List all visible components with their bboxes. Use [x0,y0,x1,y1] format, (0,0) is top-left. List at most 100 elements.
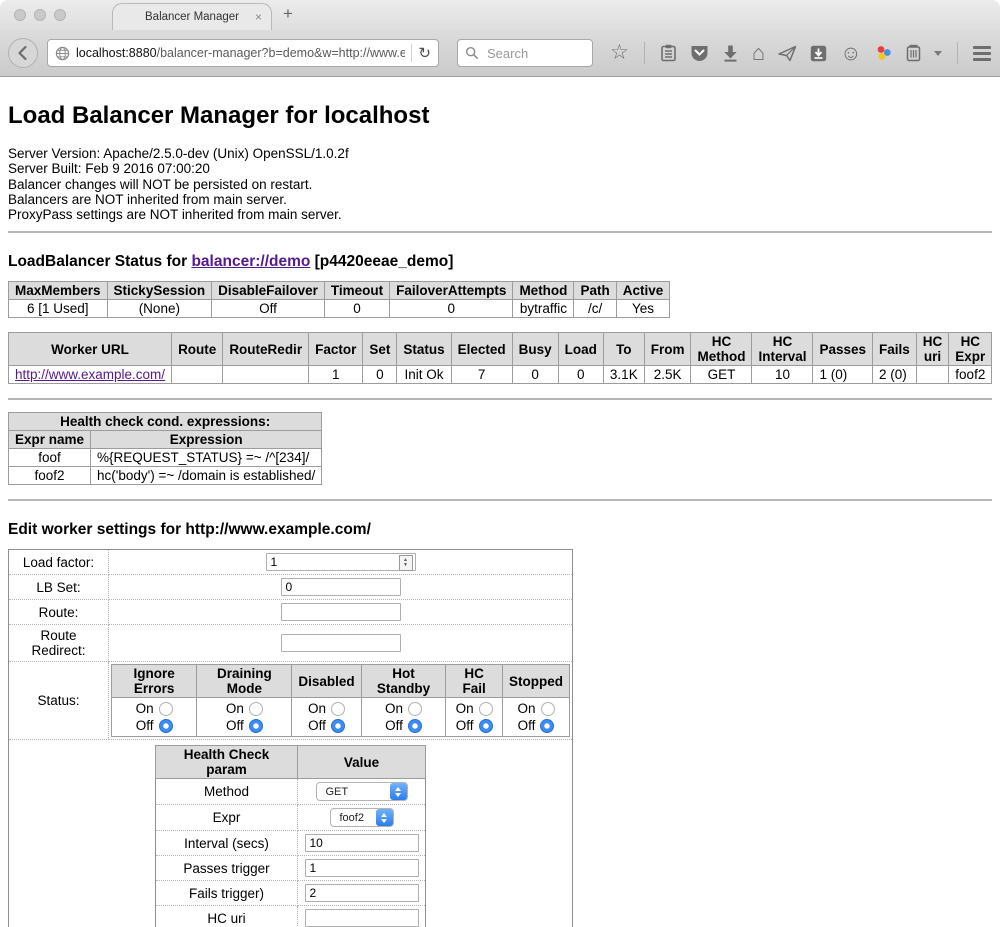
status-label: Status: [9,662,109,740]
pocket-icon[interactable] [690,44,709,62]
radio-off-label: Off [136,717,154,734]
expr-select[interactable]: foof2 [330,808,394,827]
hc-fail-off-radio[interactable] [479,719,493,733]
tab-balancer-manager[interactable]: Balancer Manager × [112,3,272,30]
route-input[interactable] [281,603,401,621]
cell-passes: 1 (0) [813,366,873,384]
column-header: StickySession [107,282,212,300]
ignore-errors-on-radio[interactable] [159,702,173,716]
hc-fail-on-radio[interactable] [479,702,493,716]
radio-off-label: Off [308,717,326,734]
status-cell-ignore-errors: On Off [112,698,197,737]
globe-icon [55,46,70,61]
draining-mode-on-radio[interactable] [249,702,263,716]
expr-label: Expr [156,805,298,831]
expr-row: foof2 hc('body') =~ /domain is establish… [9,467,322,485]
route-redirect-input[interactable] [281,634,401,652]
hc-row-hc-uri: HC uri [156,906,426,927]
method-selected-value: GET [326,786,349,798]
url-path: /balancer-manager?b=demo&w=http://www.ex… [157,46,406,60]
status-table: Ignore Errors Draining Mode Disabled Hot… [111,664,570,737]
menu-icon[interactable] [973,46,991,61]
edit-worker-heading: Edit worker settings for http://www.exam… [8,521,992,539]
column-header: Fails [873,333,917,366]
search-box[interactable] [457,39,593,67]
column-header: HC Expr [949,333,992,366]
lb-set-input[interactable] [281,578,401,596]
hc-uri-input[interactable] [305,909,419,927]
interval-input[interactable] [305,834,419,852]
column-header: HC Method [691,333,752,366]
radio-off-label: Off [385,717,403,734]
reading-list-icon[interactable] [660,44,677,62]
tab-close-icon[interactable]: × [255,10,262,24]
cell-disablefailover: Off [212,300,325,318]
select-stepper-icon [390,783,407,800]
stopped-on-radio[interactable] [541,702,555,716]
overflow-caret-icon[interactable] [934,51,942,56]
stopped-off-radio[interactable] [540,719,554,733]
bookmark-star-icon[interactable]: ☆ [610,44,629,62]
hc-row-method: Method GET [156,779,426,805]
window-zoom-button[interactable] [54,9,66,21]
status-column-header: HC Fail [446,665,503,698]
cell-elected: 7 [451,366,512,384]
worker-url-link[interactable]: http://www.example.com/ [15,367,165,382]
load-factor-input[interactable] [266,553,416,571]
column-header: DisableFailover [212,282,325,300]
number-stepper-icon[interactable]: ▲▼ [399,555,413,571]
status-cell-stopped: On Off [502,698,569,737]
radio-on-label: On [308,700,326,717]
cell-busy: 0 [512,366,558,384]
column-header: Status [397,333,451,366]
home-icon[interactable]: ⌂ [752,43,765,63]
column-header: Busy [512,333,558,366]
hc-param-header: Health Check param [156,746,298,779]
share-icon[interactable] [778,45,797,62]
hc-row-fails: Fails trigger) [156,881,426,906]
method-select[interactable]: GET [316,782,408,801]
table-header-row: MaxMembers StickySession DisableFailover… [9,282,670,300]
radio-off-label: Off [518,717,536,734]
disabled-off-radio[interactable] [331,719,345,733]
extension-icon[interactable] [906,44,921,62]
hot-standby-off-radio[interactable] [408,719,422,733]
status-column-header: Stopped [502,665,569,698]
url-domain: localhost:8880 [76,46,157,60]
expr-selected-value: foof2 [340,812,364,824]
heading-prefix: LoadBalancer Status for [8,253,191,270]
feedback-smiley-icon[interactable]: ☺ [840,44,861,63]
cell-hc-expr: foof2 [949,366,992,384]
downloads-icon[interactable] [722,44,739,62]
toolbar-divider [644,42,645,64]
panel-download-icon[interactable] [810,45,827,62]
reload-icon[interactable]: ↻ [418,44,431,62]
cell-expr-name: foof2 [9,467,91,485]
persist-notice-line: Balancer changes will NOT be persisted o… [8,177,992,192]
url-bar[interactable]: localhost:8880/balancer-manager?b=demo&w… [47,39,439,67]
server-built-line: Server Built: Feb 9 2016 07:00:20 [8,161,992,176]
hc-header-row: Health Check param Value [156,746,426,779]
back-button[interactable] [8,38,38,68]
hot-standby-on-radio[interactable] [408,702,422,716]
column-header: MaxMembers [9,282,108,300]
toolbar-icons: ☆ ⌂ ☺ [610,42,1000,64]
window-close-button[interactable] [14,9,26,21]
colored-dots-icon[interactable] [875,44,893,62]
search-input[interactable] [485,45,575,62]
radio-on-label: On [136,700,154,717]
cell-method: bytraffic [513,300,574,318]
passes-input[interactable] [305,859,419,877]
back-arrow-icon [15,45,31,61]
cell-from: 2.5K [644,366,691,384]
fails-label: Fails trigger) [156,881,298,906]
fails-input[interactable] [305,884,419,902]
balancer-demo-link[interactable]: balancer://demo [191,253,310,270]
load-factor-label: Load factor: [9,550,109,575]
new-tab-button[interactable]: + [283,4,293,24]
ignore-errors-off-radio[interactable] [159,719,173,733]
disabled-on-radio[interactable] [331,702,345,716]
draining-mode-off-radio[interactable] [249,719,263,733]
window-minimize-button[interactable] [34,9,46,21]
edit-worker-form: Load factor: ▲▼ LB Set: Route: Route Red… [8,549,573,927]
